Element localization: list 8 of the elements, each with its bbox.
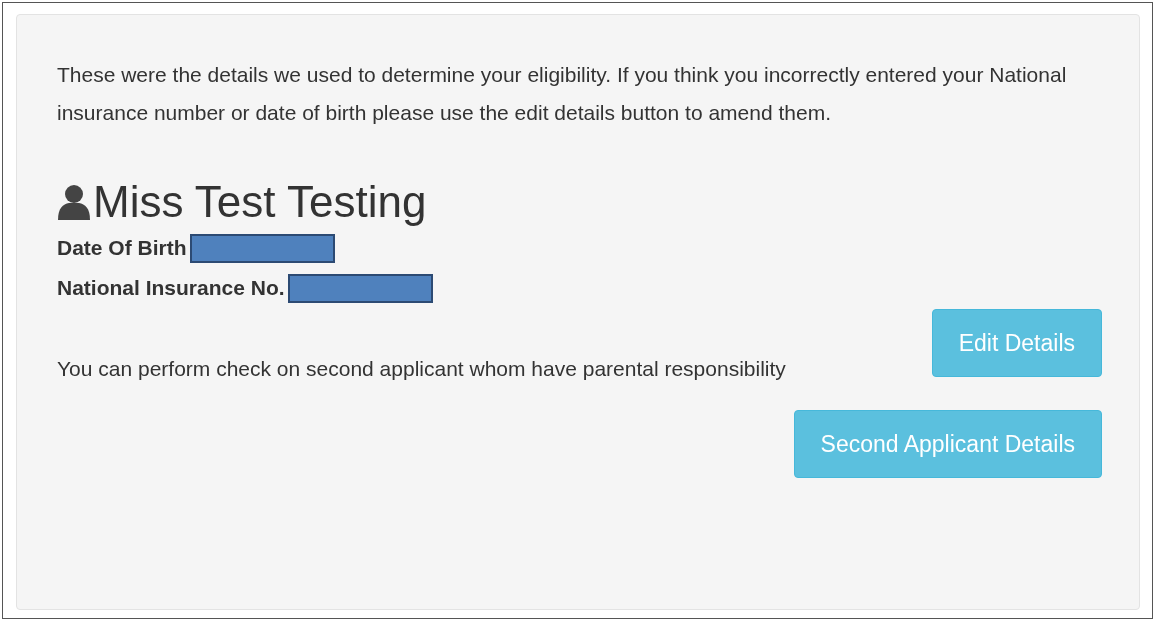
- note-text: You can perform check on second applicant whom have parental responsibility: [57, 356, 787, 382]
- user-icon: [57, 184, 91, 220]
- intro-text: These were the details we used to determine your eligibility. If you think you incorrectly entered your National insurance number or date of birth please use the edit details button to amend them.: [57, 62, 1068, 126]
- edit-details-button[interactable]: Edit Details: [931, 309, 1102, 377]
- applicant-name: Miss Test Testing: [93, 176, 427, 228]
- detail-label: Date Of Birth: [57, 236, 187, 260]
- detail-label: National Insurance No.: [57, 276, 285, 300]
- second-applicant-button[interactable]: Second Applicant Details: [793, 410, 1102, 478]
